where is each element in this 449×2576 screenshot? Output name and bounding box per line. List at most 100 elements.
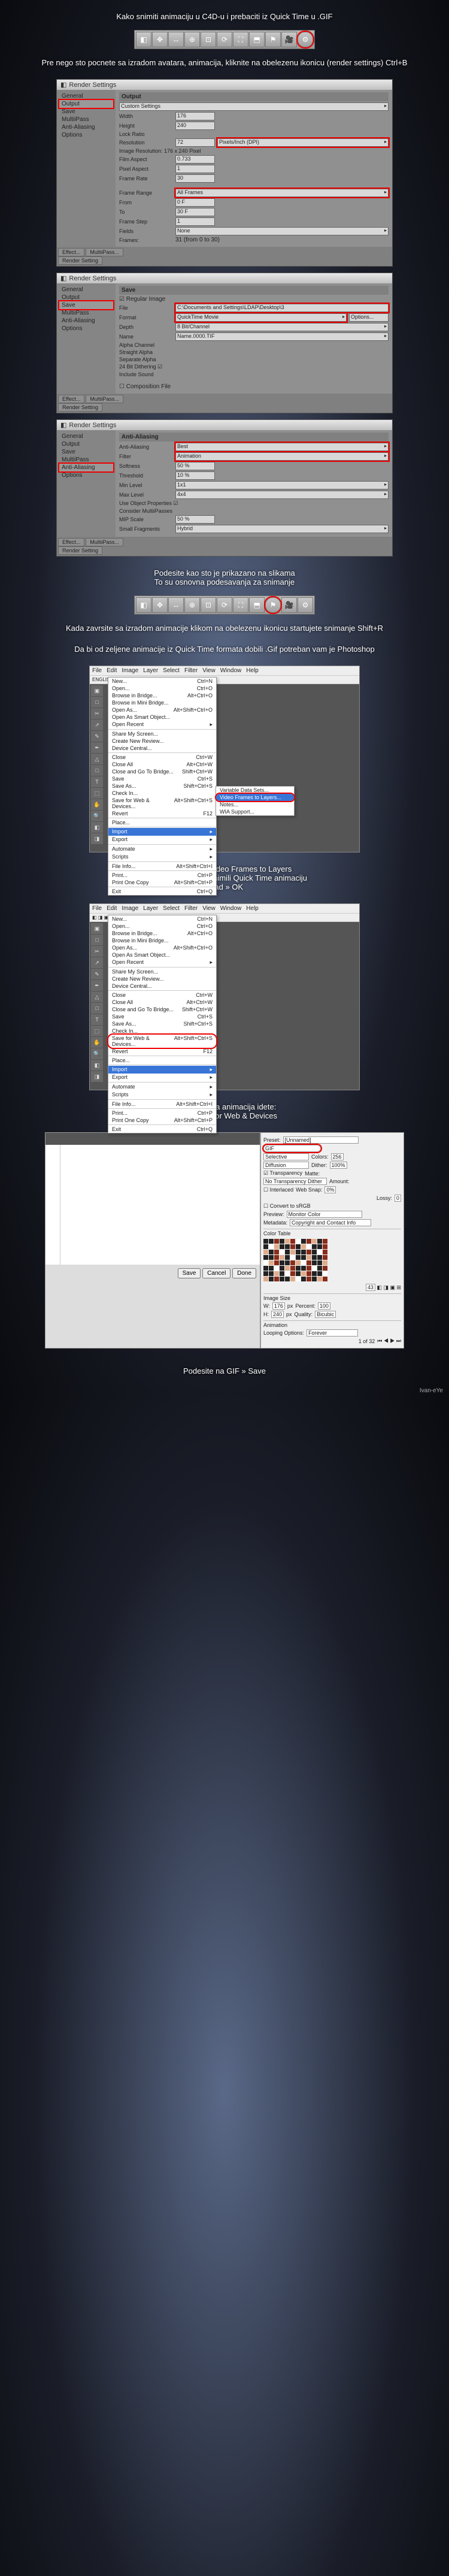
menu-item[interactable]: Save As...Shift+Ctrl+S <box>108 1020 216 1027</box>
file-menu[interactable]: New...Ctrl+NOpen...Ctrl+OBrowse in Bridg… <box>108 677 217 896</box>
menu-item[interactable]: Save As...Shift+Ctrl+S <box>108 782 216 790</box>
menu-item[interactable]: CloseCtrl+W <box>108 991 216 999</box>
tool-icon[interactable]: □ <box>91 697 103 708</box>
menu-item[interactable]: WIA Support... <box>216 808 294 815</box>
tool-icon[interactable]: ⬚ <box>91 1026 103 1036</box>
toolbar-icon[interactable]: ✥ <box>152 597 168 613</box>
convert-srgb-check[interactable]: ☐ Convert to sRGB <box>263 1203 311 1210</box>
frame-range-dropdown[interactable]: All Frames <box>175 189 389 197</box>
menu-item[interactable]: File Info...Alt+Shift+Ctrl+I <box>108 863 216 870</box>
menubar[interactable]: FileEditImageLayerSelectFilterViewWindow… <box>90 904 359 914</box>
dither-field[interactable]: 100% <box>330 1162 347 1169</box>
sidebar-item[interactable]: MultiiPass <box>59 116 113 123</box>
mip-field[interactable]: 50 % <box>175 515 215 524</box>
toolbar-icon[interactable]: ⊡ <box>201 32 216 47</box>
toolbar-icon[interactable]: ⟳ <box>217 32 232 47</box>
name-dropdown[interactable]: Name.0000.TIF <box>175 332 389 341</box>
menu-item[interactable]: Help <box>246 905 259 912</box>
tool-icon[interactable]: ✋ <box>91 1037 103 1048</box>
fields-dropdown[interactable]: None <box>175 227 389 235</box>
res-field[interactable]: 72 <box>175 138 215 147</box>
menu-item[interactable]: Scripts▸ <box>108 853 216 861</box>
toolbar-icon[interactable]: ◧ <box>136 597 151 613</box>
tool-icon[interactable]: ↗ <box>91 957 103 968</box>
effect-button[interactable]: Effect... <box>58 248 84 256</box>
toolbar-icon[interactable]: 🎥 <box>281 32 297 47</box>
tool-icon[interactable]: △ <box>91 754 103 764</box>
menu-item[interactable]: RevertF12 <box>108 1048 216 1055</box>
tool-icon[interactable]: ◧ <box>91 822 103 833</box>
menu-item[interactable]: File Info...Alt+Shift+Ctrl+I <box>108 1100 216 1108</box>
tool-icon[interactable]: 🔍 <box>91 811 103 821</box>
tool-icon[interactable]: T <box>91 776 103 787</box>
tool-icon[interactable]: ✋ <box>91 799 103 810</box>
menu-item[interactable]: Export▸ <box>108 836 216 843</box>
menu-item[interactable]: Print One CopyAlt+Shift+Ctrl+P <box>108 1117 216 1124</box>
menu-item[interactable]: ExitCtrl+Q <box>108 1126 216 1133</box>
menu-item[interactable]: Close and Go To Bridge...Shift+Ctrl+W <box>108 1006 216 1013</box>
effect-button[interactable]: Effect... <box>58 395 84 403</box>
toolbar-icon[interactable]: ⚙ <box>298 32 313 47</box>
thresh-field[interactable]: 10 % <box>175 471 215 480</box>
max-dropdown[interactable]: 4x4 <box>175 491 389 499</box>
toolbox[interactable]: ▣□✂↗✎✒△□T⬚✋🔍◧◨ <box>90 922 107 1090</box>
h-field[interactable]: 240 <box>271 1311 284 1318</box>
render-setting-tab[interactable]: Render Setting <box>58 546 102 555</box>
menubar[interactable]: FileEditImageLayerSelectFilterViewWindow… <box>90 666 359 676</box>
res-unit-dropdown[interactable]: Pixels/Inch (DPI) <box>217 138 389 147</box>
menu-item[interactable]: New...Ctrl+N <box>108 915 216 923</box>
lossy-field[interactable]: 0 <box>395 1195 401 1202</box>
menu-item[interactable]: Print...Ctrl+P <box>108 872 216 879</box>
settings-sidebar[interactable]: GeneralOutputSaveMultiiPassAnti-Aliasing… <box>57 430 116 537</box>
menu-item[interactable]: Open Recent▸ <box>108 959 216 966</box>
toolbar-icon[interactable]: ⊕ <box>184 32 200 47</box>
tool-icon[interactable]: T <box>91 1014 103 1025</box>
quality-dropdown[interactable]: Bicubic <box>315 1311 336 1318</box>
import-submenu[interactable]: Variable Data Sets...Video Frames to Lay… <box>216 786 295 816</box>
toolbar-icon[interactable]: ✥ <box>152 32 168 47</box>
menu-item[interactable]: Import▸ <box>108 1066 216 1074</box>
render-setting-tab[interactable]: Render Setting <box>58 403 102 412</box>
sidebar-item[interactable]: Anti-Aliasing <box>59 317 113 325</box>
toolbar-icon[interactable]: ⚑ <box>265 597 281 613</box>
mp-check[interactable]: Consider MultiiPasses <box>119 508 172 514</box>
menu-item[interactable]: Open...Ctrl+O <box>108 685 216 692</box>
depth-dropdown[interactable]: 8 Bit/Channel <box>175 323 389 331</box>
menu-item[interactable]: Notes... <box>216 801 294 808</box>
multipass-button[interactable]: MultiiPass... <box>86 248 123 256</box>
menu-item[interactable]: ExitCtrl+Q <box>108 888 216 895</box>
menu-item[interactable]: View <box>202 667 216 674</box>
sidebar-item[interactable]: General <box>59 433 113 440</box>
trans-dither-dropdown[interactable]: No Transparency Dither <box>263 1178 327 1185</box>
tool-icon[interactable]: ▣ <box>91 923 103 934</box>
w-field[interactable]: 176 <box>272 1302 285 1310</box>
sidebar-item[interactable]: Output <box>59 440 113 448</box>
menu-item[interactable]: Layer <box>143 905 158 912</box>
color-alg-dropdown[interactable]: Selective <box>263 1153 309 1160</box>
meta-dropdown[interactable]: Copyright and Contact Info <box>290 1219 371 1226</box>
menu-item[interactable]: Select <box>163 905 180 912</box>
filter-dropdown[interactable]: Animation <box>175 452 389 461</box>
menu-item[interactable]: Close AllAlt+Ctrl+W <box>108 999 216 1006</box>
composition-check[interactable]: ☐ Composition File <box>119 383 171 390</box>
toolbar-icon[interactable]: ↔ <box>168 32 184 47</box>
menu-item[interactable]: New...Ctrl+N <box>108 678 216 685</box>
sidebar-item[interactable]: Save <box>59 108 113 116</box>
menu-item[interactable]: Help <box>246 667 259 674</box>
tool-icon[interactable]: □ <box>91 935 103 945</box>
tool-icon[interactable]: ◨ <box>91 833 103 844</box>
menu-item[interactable]: File <box>92 667 102 674</box>
menu-item[interactable]: Print One CopyAlt+Shift+Ctrl+P <box>108 879 216 886</box>
menu-item[interactable]: Save for Web & Devices...Alt+Shift+Ctrl+… <box>108 797 216 810</box>
menu-item[interactable]: Edit <box>107 905 117 912</box>
menu-item[interactable]: Image <box>122 905 138 912</box>
format-dropdown[interactable]: QuickTime Movie <box>175 313 347 322</box>
menu-item[interactable]: Automate▸ <box>108 1083 216 1091</box>
menu-item[interactable]: Filter <box>184 905 198 912</box>
color-table-swatches[interactable] <box>263 1239 401 1281</box>
menu-item[interactable]: Place... <box>108 819 216 826</box>
settings-sidebar[interactable]: GeneralOutputSaveMultiiPassAnti-Aliasing… <box>57 90 116 247</box>
regular-image-check[interactable]: ☑ Regular Image <box>119 296 165 303</box>
menu-item[interactable]: SaveCtrl+S <box>108 775 216 782</box>
menu-item[interactable]: Open As...Alt+Shift+Ctrl+O <box>108 944 216 951</box>
